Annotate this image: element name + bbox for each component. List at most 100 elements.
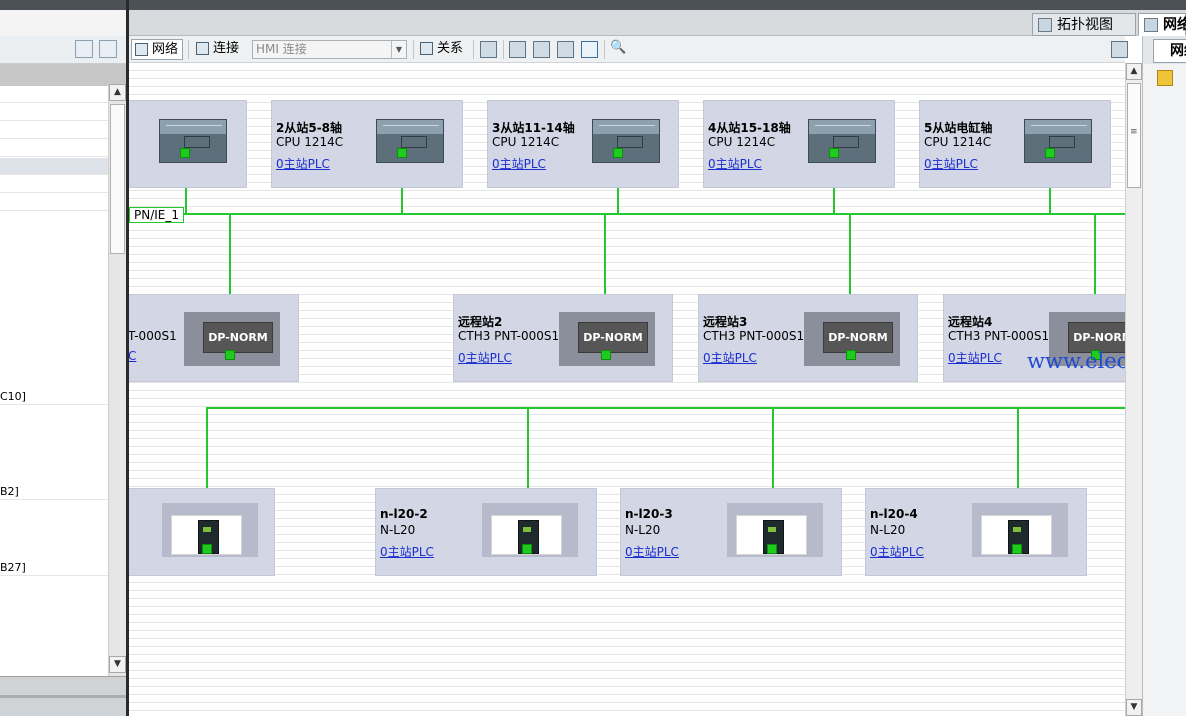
ethernet-port[interactable] [601,350,611,360]
chevron-down-icon[interactable]: ▼ [391,41,406,58]
device-type: T-000S1 [129,329,177,343]
tab-network-overview[interactable]: 网络 [1153,39,1186,63]
master-plc-link[interactable]: 0主站PLC [948,349,1002,366]
nl20-device[interactable]: n-l20-3 N-L20 0主站PLC [620,488,842,576]
button-label: 网络 [152,42,179,57]
connect-icon [196,42,209,55]
master-plc-link[interactable]: 0主站PLC [924,155,978,172]
nl20-device[interactable]: n-l20-4 N-L20 0主站PLC [865,488,1087,576]
scroll-up-icon[interactable]: ▲ [1126,63,1142,80]
row-label: C10] [0,390,26,403]
left-scrollbar[interactable]: ▲ ▼ [108,84,126,676]
master-plc-link[interactable]: 0主站PLC [870,543,924,560]
plc-device[interactable]: 5从站电缸轴 CPU 1214C 0主站PLC [919,100,1111,188]
master-plc-link[interactable]: 0主站PLC [276,155,330,172]
table-row[interactable] [0,194,108,211]
tab-label: 网络 [1170,43,1186,59]
table-row[interactable] [0,140,108,157]
table-row[interactable]: B2] [0,483,108,500]
plc-device[interactable]: 2从站5-8轴 CPU 1214C 0主站PLC [271,100,463,188]
ethernet-port[interactable] [613,148,623,158]
ethernet-port[interactable] [846,350,856,360]
nl20-device[interactable]: n-l20-2 N-L20 0主站PLC [375,488,597,576]
list-view-icon[interactable] [75,40,93,58]
remote-station[interactable]: 远程站3 CTH3 PNT-000S1 0主站PLC DP-NORM [698,294,918,382]
left-table-header [0,64,126,86]
ethernet-port[interactable] [397,148,407,158]
page-icon[interactable] [533,41,550,58]
network-canvas[interactable]: PN/IE_1 2从站5-8轴 CPU 1214C 0主站PLC 3从站11-1… [129,63,1125,716]
pn-ie-1-bus [129,213,1125,215]
dp-norm-label: DP-NORM [578,322,648,353]
ethernet-port[interactable] [225,350,235,360]
master-plc-link[interactable]: 0主站PLC [492,155,546,172]
network-label[interactable]: PN/IE_1 [129,207,185,223]
export-icon[interactable] [99,40,117,58]
table-row[interactable] [0,176,108,193]
ethernet-port[interactable] [829,148,839,158]
plc-device[interactable]: 4从站15-18轴 CPU 1214C 0主站PLC [703,100,895,188]
network-icon [135,43,148,56]
master-plc-link[interactable]: 0主站PLC [458,349,512,366]
nl20-device[interactable] [129,488,275,576]
master-plc-link[interactable]: 0主站PLC [708,155,762,172]
master-plc-link[interactable]: C [129,349,136,363]
device-name: 2从站5-8轴 [276,121,343,135]
watermark: www.eleok.com [1027,349,1125,373]
table-row[interactable] [0,86,108,103]
device-type: CPU 1214C [924,135,992,149]
network-icon [1144,18,1158,32]
remote-station[interactable]: 远程站2 CTH3 PNT-000S1 0主站PLC DP-NORM [453,294,673,382]
grid-icon[interactable] [557,41,574,58]
hmi-connection-select[interactable]: HMI 连接 ▼ [252,40,407,59]
master-plc-link[interactable]: 0主站PLC [625,543,679,560]
tab-network-view[interactable]: 网络 [1138,13,1186,36]
master-plc-link[interactable]: 0主站PLC [380,543,434,560]
network-button[interactable]: 网络 [131,39,184,60]
device-type: CPU 1214C [492,135,560,149]
plc-device[interactable] [129,100,247,188]
connect-button[interactable]: 连接 [193,39,239,60]
table-row[interactable]: C10] [0,388,108,405]
device-name: 5从站电缸轴 [924,121,993,135]
scroll-down-icon[interactable]: ▼ [1126,699,1142,716]
zoom-icon[interactable]: 🔍 [610,40,627,57]
tab-label: 拓扑视图 [1057,17,1113,33]
device-name: n-l20-3 [625,507,673,521]
tab-topology-view[interactable]: 拓扑视图 [1032,13,1136,36]
ethernet-port[interactable] [522,544,532,554]
ethernet-port[interactable] [202,544,212,554]
remote-station[interactable]: T-000S1 C DP-NORM [129,294,299,382]
scroll-thumb[interactable]: ≡ [1127,83,1141,188]
table-row[interactable] [0,122,108,139]
ethernet-port[interactable] [1012,544,1022,554]
row-label: B27] [0,561,26,574]
network-toolbar: 网络 连接 HMI 连接 ▼ 关系 🔍 [129,36,1128,63]
ethernet-port[interactable] [767,544,777,554]
device-type: CTH3 PNT-000S1 [948,329,1050,343]
table-row-selected[interactable] [0,158,108,175]
ethernet-port[interactable] [180,148,190,158]
device-name: 远程站4 [948,315,993,329]
dp-norm-label: DP-NORM [203,322,273,353]
scroll-thumb[interactable] [110,104,125,254]
relation-button[interactable]: 关系 [417,39,463,60]
tab-label: 网络 [1163,17,1186,33]
table-row[interactable]: B27] [0,559,108,576]
device-type: N-L20 [625,523,661,537]
left-table: C10] B2] B27] [0,86,108,676]
panel-toggle-icon[interactable] [581,41,598,58]
table-row[interactable] [0,104,108,121]
device-type: N-L20 [870,523,906,537]
scroll-down-icon[interactable]: ▼ [109,656,126,673]
scroll-up-icon[interactable]: ▲ [109,84,126,101]
plc-icon [808,119,876,163]
name-tag-icon[interactable] [480,41,497,58]
properties-icon[interactable] [1157,70,1173,86]
master-plc-link[interactable]: 0主站PLC [703,349,757,366]
table-view-icon[interactable] [1111,41,1128,58]
plc-device[interactable]: 3从站11-14轴 CPU 1214C 0主站PLC [487,100,679,188]
canvas-scrollbar[interactable]: ▲ ≡ ▼ [1125,63,1142,716]
device-view-icon[interactable] [509,41,526,58]
ethernet-port[interactable] [1045,148,1055,158]
